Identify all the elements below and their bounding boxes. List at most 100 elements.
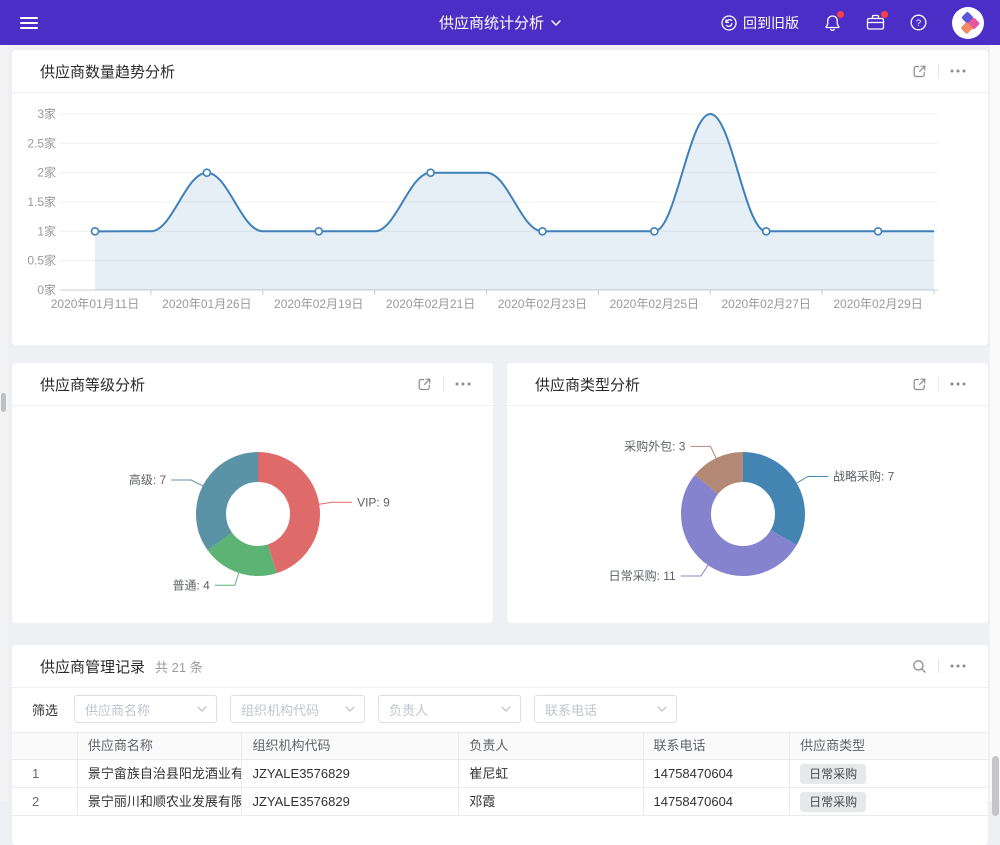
left-scrollbar-thumb[interactable] <box>1 393 6 412</box>
pie-slice-label: 高级: 7 <box>129 472 167 487</box>
divider <box>443 377 444 391</box>
select-placeholder: 供应商名称 <box>85 700 150 719</box>
supplier-level-card: 供应商等级分析 VIP: 9普通: 4高级: 7 <box>12 363 493 623</box>
select-placeholder: 联系电话 <box>545 700 597 719</box>
table-header-row: 供应商名称组织机构代码负责人联系电话供应商类型 <box>12 732 988 760</box>
data-point-marker <box>539 228 546 235</box>
pie-slice-label: 日常采购: 11 <box>609 568 676 583</box>
ellipsis-icon <box>950 664 966 668</box>
chevron-down-icon <box>657 706 667 712</box>
data-point-marker <box>92 228 99 235</box>
pie-slice-label: 采购外包: 3 <box>624 438 686 453</box>
supplier-type-cell: 日常采购 <box>790 760 988 788</box>
x-axis-tick-label: 2020年01月26日 <box>162 297 251 311</box>
owner-cell: 邓霞 <box>459 788 643 816</box>
right-scrollbar-thumb[interactable] <box>992 756 999 816</box>
row-number: 1 <box>12 760 78 788</box>
x-axis-tick-label: 2020年02月19日 <box>274 297 363 311</box>
back-to-old-version-label: 回到旧版 <box>743 13 799 33</box>
org-code-cell: JZYALE3576829 <box>242 760 459 788</box>
user-avatar[interactable] <box>952 7 984 39</box>
filter-select-4[interactable]: 联系电话 <box>534 695 677 723</box>
more-button[interactable] <box>455 382 471 386</box>
export-button[interactable] <box>417 377 432 392</box>
help-button[interactable]: ? <box>910 14 927 31</box>
type-tag: 日常采购 <box>800 792 866 812</box>
records-count: 共 21 条 <box>155 657 203 676</box>
data-point-marker <box>427 169 434 176</box>
records-card-title: 供应商管理记录 <box>40 656 145 677</box>
data-point-marker <box>763 228 770 235</box>
chevron-down-icon <box>551 20 561 26</box>
x-axis-tick-label: 2020年01月11日 <box>51 297 140 311</box>
x-axis-tick-label: 2020年02月21日 <box>386 297 475 311</box>
search-button[interactable] <box>912 659 927 674</box>
hamburger-menu-icon[interactable] <box>20 16 38 30</box>
select-placeholder: 负责人 <box>389 700 428 719</box>
export-button[interactable] <box>912 377 927 392</box>
label-leader-line <box>171 480 203 486</box>
label-leader-line <box>691 446 717 458</box>
data-point-marker <box>203 169 210 176</box>
y-axis-tick-label: 2.5家 <box>27 135 56 150</box>
export-icon <box>912 377 927 392</box>
left-scrollbar-track[interactable] <box>0 45 8 801</box>
data-point-marker <box>651 228 658 235</box>
pie-slice-label: 普通: 4 <box>172 578 210 592</box>
filter-select-2[interactable]: 组织机构代码 <box>230 695 365 723</box>
divider <box>938 64 939 78</box>
filter-select-3[interactable]: 负责人 <box>378 695 521 723</box>
data-point-marker <box>875 228 882 235</box>
y-axis-tick-label: 2家 <box>37 165 56 180</box>
y-axis-tick-label: 0.5家 <box>27 253 56 268</box>
y-axis-tick-label: 1家 <box>37 223 56 238</box>
right-scrollbar-track[interactable] <box>990 45 1000 801</box>
back-to-old-version-button[interactable]: 回到旧版 <box>721 13 799 33</box>
chevron-down-icon <box>197 706 207 712</box>
filter-row: 筛选 供应商名称 组织机构代码 负责人 联系电话 <box>32 695 988 723</box>
column-header: 供应商名称 <box>78 732 243 760</box>
ellipsis-icon <box>950 382 966 386</box>
question-circle-icon: ? <box>910 14 927 31</box>
workbench-button[interactable] <box>866 14 885 31</box>
notifications-button[interactable] <box>824 14 841 32</box>
more-button[interactable] <box>950 664 966 668</box>
x-axis-tick-label: 2020年02月23日 <box>498 297 587 311</box>
filter-select-1[interactable]: 供应商名称 <box>74 695 217 723</box>
table-row[interactable]: 1景宁畲族自治县阳龙酒业有限公司JZYALE3576829崔尼虹14758470… <box>12 760 988 788</box>
row-number: 2 <box>12 788 78 816</box>
topbar: 供应商统计分析 回到旧版 <box>0 0 1000 45</box>
export-button[interactable] <box>912 64 927 79</box>
supplier-type-cell: 日常采购 <box>790 788 988 816</box>
divider <box>938 659 939 673</box>
records-table: 供应商名称组织机构代码负责人联系电话供应商类型 1景宁畲族自治县阳龙酒业有限公司… <box>12 732 988 816</box>
trend-line-chart: 0家0.5家1家1.5家2家2.5家3家2020年01月11日2020年01月2… <box>12 93 988 345</box>
table-row[interactable]: 2景宁丽川和顺农业发展有限公司JZYALE3576829邓霞1475847060… <box>12 788 988 816</box>
export-icon <box>912 64 927 79</box>
label-leader-line <box>681 565 708 576</box>
level-card-title: 供应商等级分析 <box>40 374 145 395</box>
column-header: 联系电话 <box>644 732 791 760</box>
chevron-down-icon <box>345 706 355 712</box>
select-placeholder: 组织机构代码 <box>241 700 319 719</box>
column-header: 供应商类型 <box>790 732 988 760</box>
supplier-level-donut-chart: VIP: 9普通: 4高级: 7 <box>12 406 493 623</box>
svg-text:?: ? <box>916 18 921 29</box>
label-leader-line <box>215 573 239 585</box>
label-leader-line <box>797 477 828 484</box>
page-title-dropdown[interactable]: 供应商统计分析 <box>439 0 561 45</box>
divider <box>938 377 939 391</box>
trend-analysis-card: 供应商数量趋势分析 0家0.5家1家1.5家2家2.5家3家2020年01月11… <box>12 50 988 345</box>
supplier-name-cell: 景宁畲族自治县阳龙酒业有限公司 <box>78 760 243 788</box>
x-axis-tick-label: 2020年02月25日 <box>610 297 699 311</box>
more-button[interactable] <box>950 69 966 73</box>
avatar-logo <box>955 10 981 36</box>
more-button[interactable] <box>950 382 966 386</box>
y-axis-tick-label: 0家 <box>37 282 56 297</box>
data-point-marker <box>315 228 322 235</box>
supplier-records-card: 供应商管理记录 共 21 条 筛选 供应商名称 组织机构代码 负责人 联系电话 … <box>12 645 988 845</box>
notification-badge <box>837 11 844 18</box>
label-leader-line <box>319 502 352 504</box>
y-axis-tick-label: 3家 <box>37 106 56 121</box>
supplier-type-card: 供应商类型分析 战略采购: 7日常采购: 11采购外包: 3 <box>507 363 988 623</box>
